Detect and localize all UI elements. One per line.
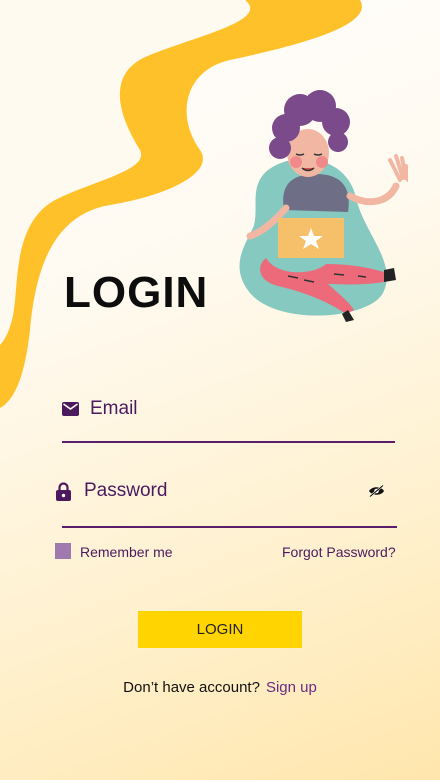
login-button[interactable]: LOGIN	[138, 611, 302, 648]
password-field[interactable]: Password	[55, 478, 355, 504]
signup-link[interactable]: Sign up	[266, 679, 317, 696]
eye-off-icon[interactable]	[367, 484, 385, 498]
password-placeholder: Password	[84, 480, 168, 501]
remember-me-label: Remember me	[80, 544, 173, 560]
person-with-laptop-illustration	[239, 90, 408, 322]
signup-row: Don’t have account? Sign up	[0, 679, 440, 696]
email-underline	[62, 441, 395, 443]
email-field[interactable]: Email	[62, 396, 394, 422]
password-underline	[62, 526, 397, 528]
forgot-password-link[interactable]: Forgot Password?	[282, 544, 396, 560]
signup-prompt: Don’t have account?	[123, 679, 260, 696]
email-placeholder: Email	[90, 398, 138, 419]
lock-icon	[55, 481, 71, 501]
page-title: LOGIN	[64, 268, 209, 317]
mail-icon	[62, 401, 79, 418]
remember-me-checkbox[interactable]	[55, 543, 71, 559]
